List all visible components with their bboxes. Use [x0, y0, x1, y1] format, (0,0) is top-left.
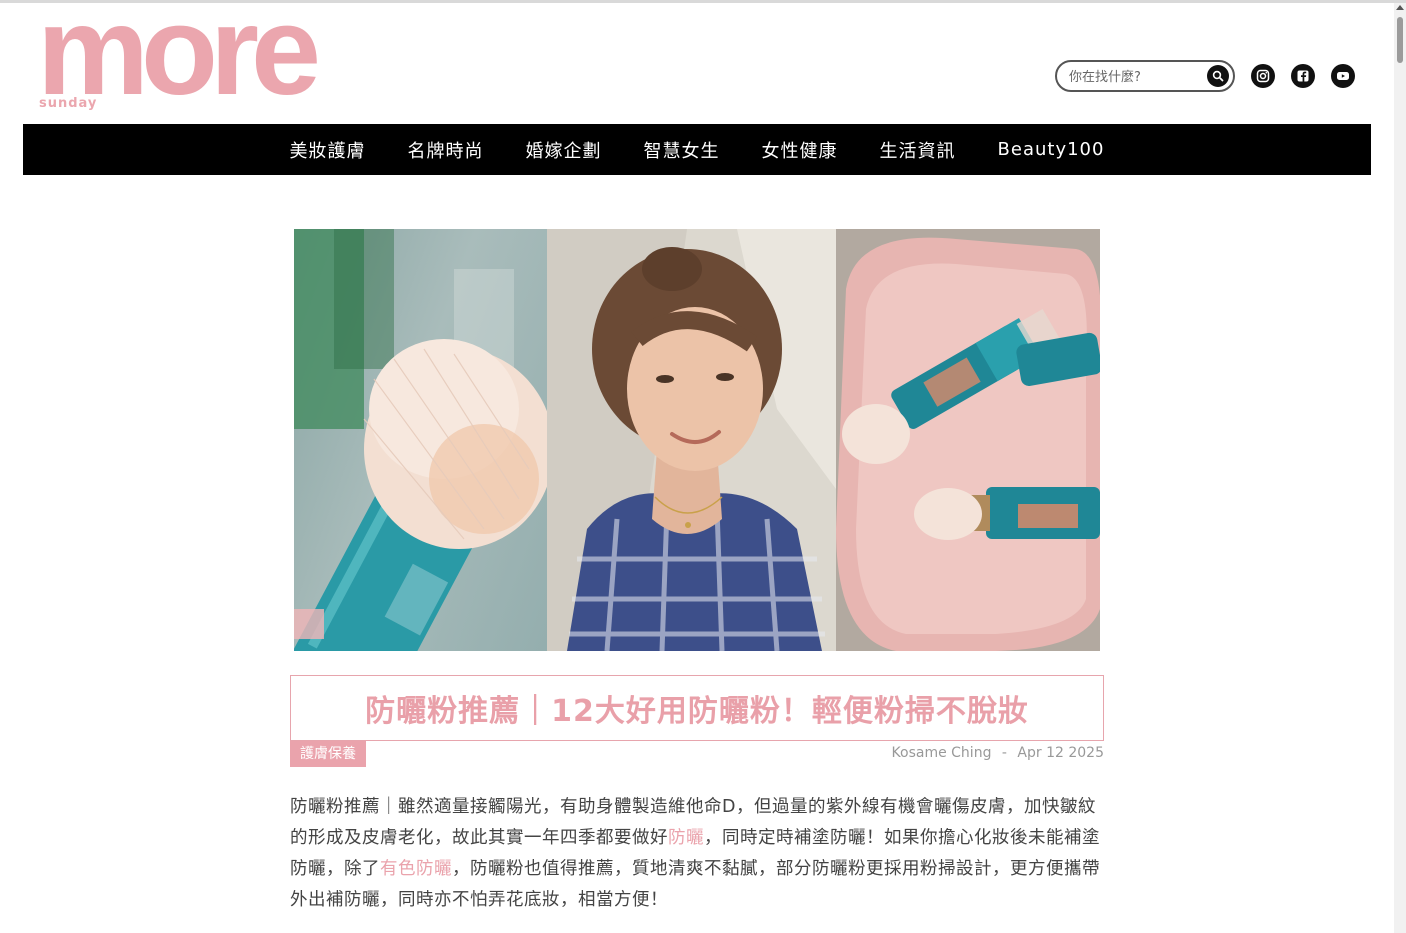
- article-title: 防曬粉推薦｜12大好用防曬粉！輕便粉掃不脫妝: [365, 694, 1029, 729]
- youtube-link[interactable]: [1331, 64, 1355, 88]
- facebook-icon: [1297, 70, 1309, 82]
- site-logo[interactable]: more sunday: [37, 0, 342, 116]
- hero-panel-brush-closeup: [294, 229, 547, 651]
- nav-item-lifestyle[interactable]: 生活資訊: [859, 137, 977, 163]
- youtube-icon: [1337, 72, 1349, 80]
- main-nav: 美妝護膚 名牌時尚 婚嫁企劃 智慧女生 女性健康 生活資訊 Beauty100: [23, 124, 1371, 175]
- facebook-link[interactable]: [1291, 64, 1315, 88]
- category-tag[interactable]: 護膚保養: [290, 741, 366, 767]
- hero-image: [294, 229, 1100, 651]
- article-title-box: 防曬粉推薦｜12大好用防曬粉！輕便粉掃不脫妝: [290, 675, 1104, 741]
- search-icon: [1212, 70, 1224, 82]
- instagram-icon: [1256, 69, 1270, 83]
- meta-separator: -: [1001, 745, 1007, 761]
- nav-item-beauty[interactable]: 美妝護膚: [269, 137, 387, 163]
- hero-panel-portrait: [547, 229, 836, 651]
- nav-item-wedding[interactable]: 婚嫁企劃: [505, 137, 623, 163]
- scroll-up-arrow[interactable]: [1396, 5, 1404, 10]
- hero-panel-products: [836, 229, 1100, 651]
- logo-sub: sunday: [39, 96, 98, 111]
- article-meta: Kosame Ching - Apr 12 2025: [892, 745, 1104, 761]
- search-input[interactable]: [1069, 66, 1205, 88]
- article-intro: 防曬粉推薦｜雖然適量接觸陽光，有助身體製造維他命D，但過量的紫外線有機會曬傷皮膚…: [290, 792, 1104, 916]
- instagram-link[interactable]: [1251, 64, 1275, 88]
- nav-item-fashion[interactable]: 名牌時尚: [387, 137, 505, 163]
- author-name[interactable]: Kosame Ching: [892, 745, 992, 761]
- link-sunscreen[interactable]: 防曬: [668, 828, 704, 848]
- nav-item-health[interactable]: 女性健康: [741, 137, 859, 163]
- nav-item-beauty100[interactable]: Beauty100: [977, 139, 1126, 160]
- search-button[interactable]: [1207, 65, 1229, 87]
- scroll-thumb[interactable]: [1397, 17, 1403, 63]
- search-box: [1055, 60, 1235, 92]
- page-scrollbar[interactable]: [1394, 3, 1406, 933]
- publish-date: Apr 12 2025: [1017, 745, 1104, 761]
- link-tinted-sunscreen[interactable]: 有色防曬: [380, 859, 452, 879]
- nav-item-smart-women[interactable]: 智慧女生: [623, 137, 741, 163]
